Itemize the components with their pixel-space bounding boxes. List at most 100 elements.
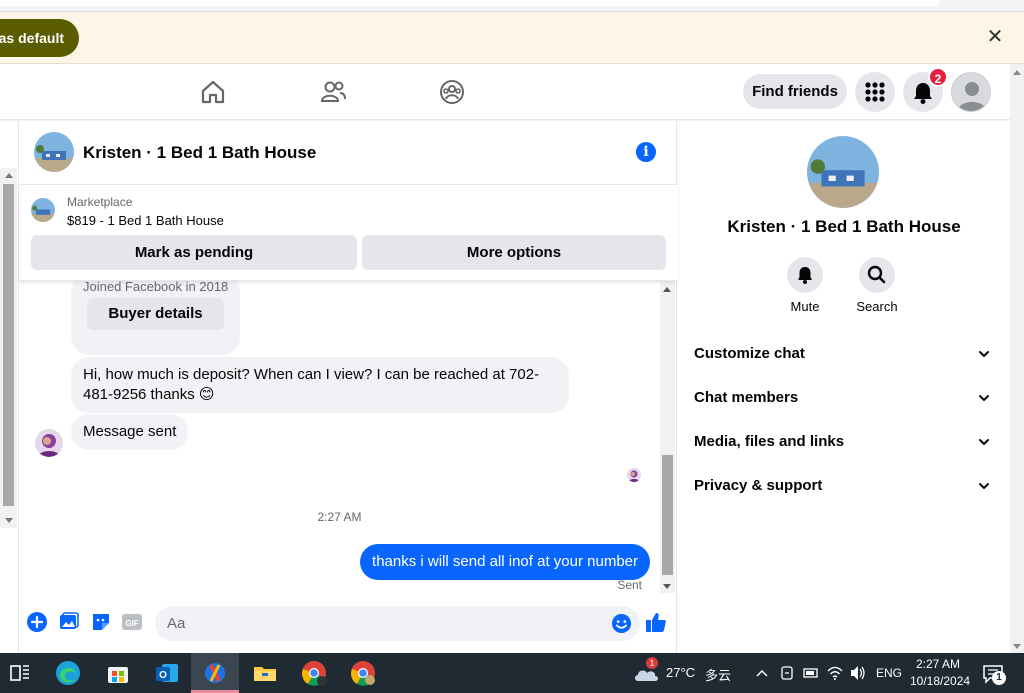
svg-text:O: O — [159, 670, 167, 681]
file-explorer-icon[interactable] — [251, 659, 279, 687]
scroll-thumb[interactable] — [3, 184, 14, 506]
chat-panel: Kristen · 1 Bed 1 Bath House i Marketpla… — [18, 121, 678, 653]
chevron-down-icon — [979, 395, 989, 401]
scroll-up-arrow[interactable] — [5, 173, 13, 178]
mute-action[interactable]: Mute — [775, 257, 835, 314]
chat-title: Kristen · 1 Bed 1 Bath House — [83, 143, 317, 162]
clock-date[interactable]: 10/18/2024 — [910, 674, 970, 688]
scroll-down-arrow[interactable] — [663, 584, 671, 589]
search-label: Search — [856, 299, 898, 314]
message-input[interactable]: Aa — [155, 606, 640, 641]
search-icon — [867, 265, 886, 284]
listing-price-title[interactable]: $819 - 1 Bed 1 Bath House — [67, 213, 224, 228]
buyer-details-button[interactable]: Buyer details — [87, 298, 224, 330]
bell-icon — [798, 267, 812, 284]
emoji-icon[interactable] — [611, 613, 632, 634]
outlook-icon[interactable]: O — [153, 659, 181, 687]
set-as-default-button[interactable]: t as default — [0, 19, 79, 57]
windows-taskbar: O 1 27°C 多云 ENG 2:27 AM 10/18/2024 1 — [0, 653, 1024, 693]
buyer-info-card: Joined Facebook in 2018 Buyer details — [71, 281, 240, 355]
svg-text:GIF: GIF — [125, 619, 138, 628]
browser-tabstrip — [0, 0, 1024, 12]
address-bar-edge — [0, 0, 940, 6]
chrome-profile-icon[interactable] — [349, 659, 377, 687]
left-pane-scrollbar[interactable] — [0, 168, 17, 528]
info-icon[interactable]: i — [636, 142, 656, 162]
details-title: Kristen · 1 Bed 1 Bath House — [727, 217, 961, 236]
home-icon[interactable] — [199, 78, 227, 106]
language-indicator[interactable]: ENG — [876, 666, 902, 680]
incoming-message: Hi, how much is deposit? When can I view… — [71, 357, 569, 413]
profile-avatar[interactable] — [951, 72, 991, 112]
row-label: Media, files and links — [694, 433, 845, 450]
scroll-up-arrow[interactable] — [1013, 70, 1021, 75]
close-icon[interactable]: ✕ — [984, 26, 1006, 48]
notification-center-badge: 1 — [992, 671, 1006, 685]
chat-scrollbar[interactable] — [660, 281, 675, 593]
user-avatar-icon — [627, 468, 641, 482]
notification-badge: 2 — [928, 67, 948, 87]
chat-header: Kristen · 1 Bed 1 Bath House i — [19, 121, 678, 185]
default-avatar-icon — [952, 73, 990, 111]
house-photo-icon — [31, 198, 55, 222]
volume-icon[interactable] — [848, 659, 868, 687]
message-timestamp: 2:27 AM — [317, 510, 362, 524]
mute-button[interactable] — [787, 257, 823, 293]
chevron-down-icon — [979, 351, 989, 357]
details-avatar[interactable] — [807, 136, 879, 208]
task-view-icon[interactable] — [6, 659, 34, 687]
customize-chat-row[interactable]: Customize chat — [694, 334, 994, 374]
find-friends-button[interactable]: Find friends — [743, 74, 847, 109]
photo-icon[interactable] — [58, 611, 80, 633]
sticker-icon[interactable] — [90, 611, 112, 633]
sender-avatar[interactable] — [35, 429, 63, 457]
scroll-up-arrow[interactable] — [663, 287, 671, 292]
app-icon[interactable] — [201, 659, 229, 687]
scroll-thumb[interactable] — [662, 455, 673, 575]
device-icon[interactable] — [777, 659, 797, 687]
friends-icon[interactable] — [319, 78, 347, 106]
weather-badge: 1 — [646, 657, 658, 669]
chevron-up-icon[interactable] — [753, 659, 771, 687]
message-status: Sent — [617, 578, 642, 592]
joined-text: Joined Facebook in 2018 — [83, 281, 229, 294]
message-input-placeholder: Aa — [167, 615, 186, 632]
weather-desc[interactable]: 多云 — [705, 665, 731, 684]
mark-as-pending-button[interactable]: Mark as pending — [31, 235, 357, 270]
grid-menu-icon — [865, 82, 885, 102]
incoming-message: Message sent — [71, 414, 189, 450]
chevron-down-icon — [979, 439, 989, 445]
chevron-down-icon — [979, 483, 989, 489]
clock-time[interactable]: 2:27 AM — [916, 657, 960, 671]
listing-thumbnail[interactable] — [31, 198, 55, 222]
message-composer: GIF Aa — [19, 599, 678, 649]
chrome-icon[interactable] — [300, 659, 328, 687]
page-scrollbar[interactable] — [1010, 64, 1024, 653]
store-icon[interactable] — [104, 659, 132, 687]
privacy-support-row[interactable]: Privacy & support — [694, 466, 994, 506]
weather-temp[interactable]: 27°C — [666, 665, 695, 680]
outgoing-message: thanks i will send all inof at your numb… — [360, 544, 650, 580]
chat-avatar[interactable] — [34, 132, 74, 172]
marketplace-listing-card: Marketplace $819 - 1 Bed 1 Bath House Ma… — [19, 185, 678, 281]
wifi-icon[interactable] — [825, 659, 845, 687]
media-files-links-row[interactable]: Media, files and links — [694, 422, 994, 462]
message-list: Joined Facebook in 2018 Buyer details Hi… — [19, 281, 678, 599]
listing-category: Marketplace — [67, 195, 133, 209]
search-button[interactable] — [859, 257, 895, 293]
mute-label: Mute — [790, 299, 820, 314]
menu-button[interactable] — [855, 72, 895, 112]
scroll-down-arrow[interactable] — [1013, 644, 1021, 649]
groups-icon[interactable] — [438, 78, 466, 106]
search-action[interactable]: Search — [847, 257, 907, 314]
seen-indicator-avatar — [627, 468, 641, 482]
edge-icon[interactable] — [54, 659, 82, 687]
gif-icon[interactable]: GIF — [121, 611, 143, 633]
battery-icon[interactable] — [801, 659, 821, 687]
scroll-down-arrow[interactable] — [5, 518, 13, 523]
chat-members-row[interactable]: Chat members — [694, 378, 994, 418]
more-options-button[interactable]: More options — [362, 235, 666, 270]
house-photo-icon — [807, 136, 879, 208]
plus-circle-icon[interactable] — [26, 611, 48, 633]
like-thumb-icon[interactable] — [644, 610, 668, 634]
